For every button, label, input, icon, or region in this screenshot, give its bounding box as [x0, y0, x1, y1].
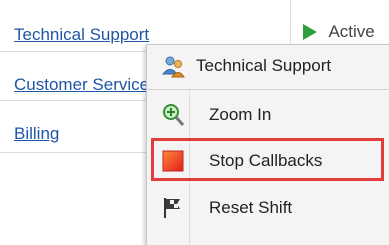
context-menu: Technical Support Zoom In Stop Callbacks… [146, 44, 389, 245]
menu-item-label: Reset Shift [209, 198, 293, 217]
status-cell: Active [302, 22, 375, 42]
menu-item-reset-shift[interactable]: Reset Shift [147, 185, 389, 231]
menu-item-zoom-in[interactable]: Zoom In [147, 92, 389, 138]
queue-link-technical-support[interactable]: Technical Support [14, 25, 149, 45]
menu-separator [147, 89, 389, 90]
play-status-icon [303, 24, 317, 40]
status-text: Active [328, 22, 375, 41]
magnifier-plus-icon [161, 103, 185, 132]
highlight-box [151, 138, 384, 181]
context-menu-header: Technical Support [147, 45, 389, 88]
context-menu-title: Technical Support [196, 56, 332, 75]
queue-link-customer-service[interactable]: Customer Service [14, 75, 149, 95]
people-icon [161, 55, 187, 84]
flag-icon [161, 196, 185, 225]
queue-link-billing[interactable]: Billing [14, 124, 59, 144]
menu-item-label: Zoom In [209, 105, 272, 124]
